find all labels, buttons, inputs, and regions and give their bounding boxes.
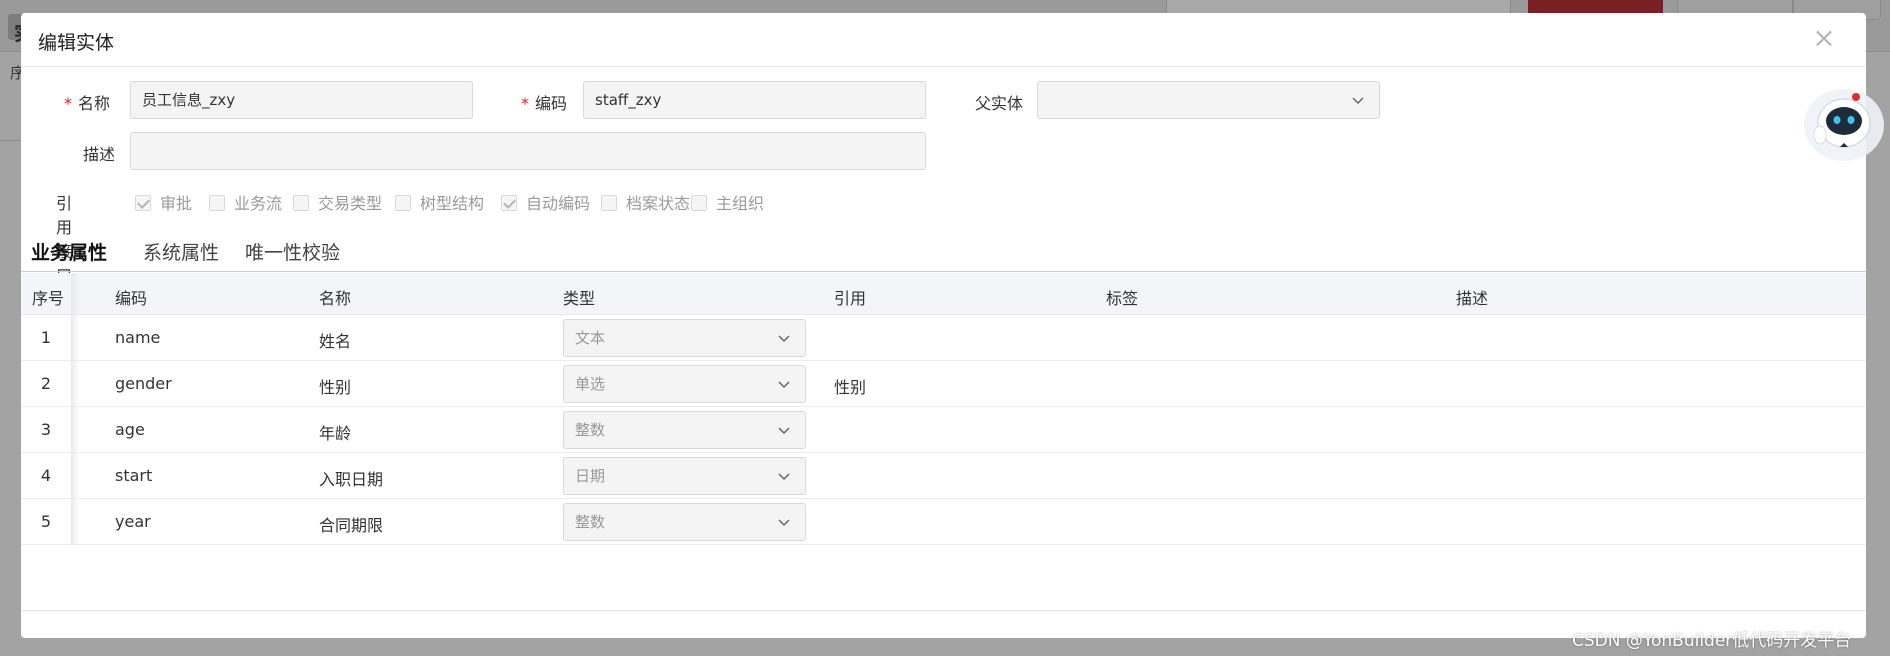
row-index: 4	[40, 466, 52, 485]
parent-entity-select[interactable]	[1037, 81, 1380, 119]
row-code: gender	[115, 374, 172, 393]
chevron-down-icon	[1352, 97, 1364, 105]
interface-checkbox-label: 交易类型	[318, 194, 383, 213]
type-select[interactable]: 单选	[563, 365, 806, 403]
tab-uniqueness-check[interactable]: 唯一性校验	[245, 238, 340, 265]
interface-checkbox[interactable]: 主组织	[691, 190, 765, 213]
header-reference: 引用	[834, 289, 867, 308]
checkbox-icon[interactable]	[293, 195, 309, 211]
type-select-value: 整数	[575, 421, 606, 439]
watermark: CSDN @YonBuilder低代码开发平台	[1572, 631, 1852, 651]
background-divider	[0, 140, 22, 141]
row-name: 姓名	[319, 332, 352, 351]
interface-checkbox-label: 主组织	[716, 194, 765, 213]
checkbox-icon[interactable]	[209, 195, 225, 211]
type-select-value: 文本	[575, 329, 606, 347]
row-code: age	[115, 420, 145, 439]
row-code: year	[115, 512, 151, 531]
checkbox-icon[interactable]	[691, 195, 707, 211]
chevron-down-icon	[778, 427, 790, 435]
interface-checkbox-label: 业务流	[234, 194, 283, 213]
interface-checkbox-label: 树型结构	[420, 194, 485, 213]
code-label: * 编码	[521, 90, 567, 114]
table-row[interactable]: 5 year 合同期限 整数	[21, 499, 1866, 545]
description-input[interactable]	[130, 132, 926, 170]
header-code: 编码	[115, 289, 148, 308]
modal-header: 编辑实体 ×	[21, 13, 1866, 67]
chevron-down-icon	[778, 519, 790, 527]
modal-title: 编辑实体	[38, 32, 115, 54]
header-type: 类型	[563, 289, 596, 308]
type-select-value: 整数	[575, 513, 606, 531]
code-label-text: 编码	[535, 94, 568, 113]
header-index: 序号	[32, 289, 65, 308]
type-select[interactable]: 日期	[563, 457, 806, 495]
footer-divider	[21, 610, 1866, 611]
robot-assistant-icon[interactable]	[1800, 83, 1886, 163]
type-select[interactable]: 整数	[563, 411, 806, 449]
row-code: start	[115, 466, 153, 485]
interface-checkbox[interactable]: 交易类型	[293, 190, 383, 213]
tab-business-attributes[interactable]: 业务属性	[31, 238, 107, 265]
interface-checkbox-label: 自动编码	[526, 194, 591, 213]
checkbox-icon[interactable]	[395, 195, 411, 211]
type-select[interactable]: 整数	[563, 503, 806, 541]
interface-checkbox[interactable]: 档案状态	[601, 190, 691, 213]
name-input[interactable]: 员工信息_zxy	[130, 81, 473, 119]
row-name: 性别	[319, 378, 352, 397]
name-label-text: 名称	[78, 94, 111, 113]
checkbox-checked-icon[interactable]	[135, 195, 151, 211]
row-reference: 性别	[834, 378, 867, 397]
description-label: 描述	[83, 145, 116, 164]
checkbox-checked-icon[interactable]	[501, 195, 517, 211]
table-row[interactable]: 4 start 入职日期 日期	[21, 453, 1866, 499]
fixed-column-shadow	[71, 273, 79, 545]
checkbox-icon[interactable]	[601, 195, 617, 211]
row-name: 合同期限	[319, 516, 384, 535]
row-name: 年龄	[319, 424, 352, 443]
code-input[interactable]: staff_zxy	[583, 81, 926, 119]
row-index: 2	[40, 374, 52, 393]
table-row[interactable]: 1 name 姓名 文本	[21, 315, 1866, 361]
interface-checkbox-label: 档案状态	[626, 194, 691, 213]
type-select-value: 日期	[575, 467, 606, 485]
interface-checkbox[interactable]: 审批	[135, 190, 193, 213]
table-row[interactable]: 3 age 年龄 整数	[21, 407, 1866, 453]
required-mark: *	[64, 94, 72, 113]
header-name: 名称	[319, 289, 352, 308]
parent-entity-label: 父实体	[975, 94, 1024, 113]
header-tag: 标签	[1106, 289, 1139, 308]
close-icon[interactable]: ×	[1812, 24, 1836, 52]
row-name: 入职日期	[319, 470, 384, 489]
interface-checkbox-label: 审批	[160, 194, 193, 213]
tab-system-attributes[interactable]: 系统属性	[143, 238, 219, 265]
edit-entity-modal: 编辑实体 × * 名称 员工信息_zxy * 编码 staff_zxy 父实体 描述…	[21, 13, 1866, 638]
chevron-down-icon	[778, 473, 790, 481]
required-mark: *	[521, 94, 529, 113]
row-index: 5	[40, 512, 52, 531]
row-index: 3	[40, 420, 52, 439]
chevron-down-icon	[778, 381, 790, 389]
interface-checkbox[interactable]: 树型结构	[395, 190, 485, 213]
interface-checkbox[interactable]: 自动编码	[501, 190, 591, 213]
interface-checkbox[interactable]: 业务流	[209, 190, 283, 213]
tabs-divider	[21, 271, 1866, 272]
row-code: name	[115, 328, 161, 347]
row-index: 1	[40, 328, 52, 347]
table-row[interactable]: 2 gender 性别 单选 性别	[21, 361, 1866, 407]
chevron-down-icon	[778, 335, 790, 343]
name-label: * 名称	[64, 90, 110, 114]
header-description: 描述	[1456, 289, 1489, 308]
type-select-value: 单选	[575, 375, 606, 393]
table-header: 序号 编码 名称 类型 引用 标签 描述	[21, 273, 1866, 315]
type-select[interactable]: 文本	[563, 319, 806, 357]
